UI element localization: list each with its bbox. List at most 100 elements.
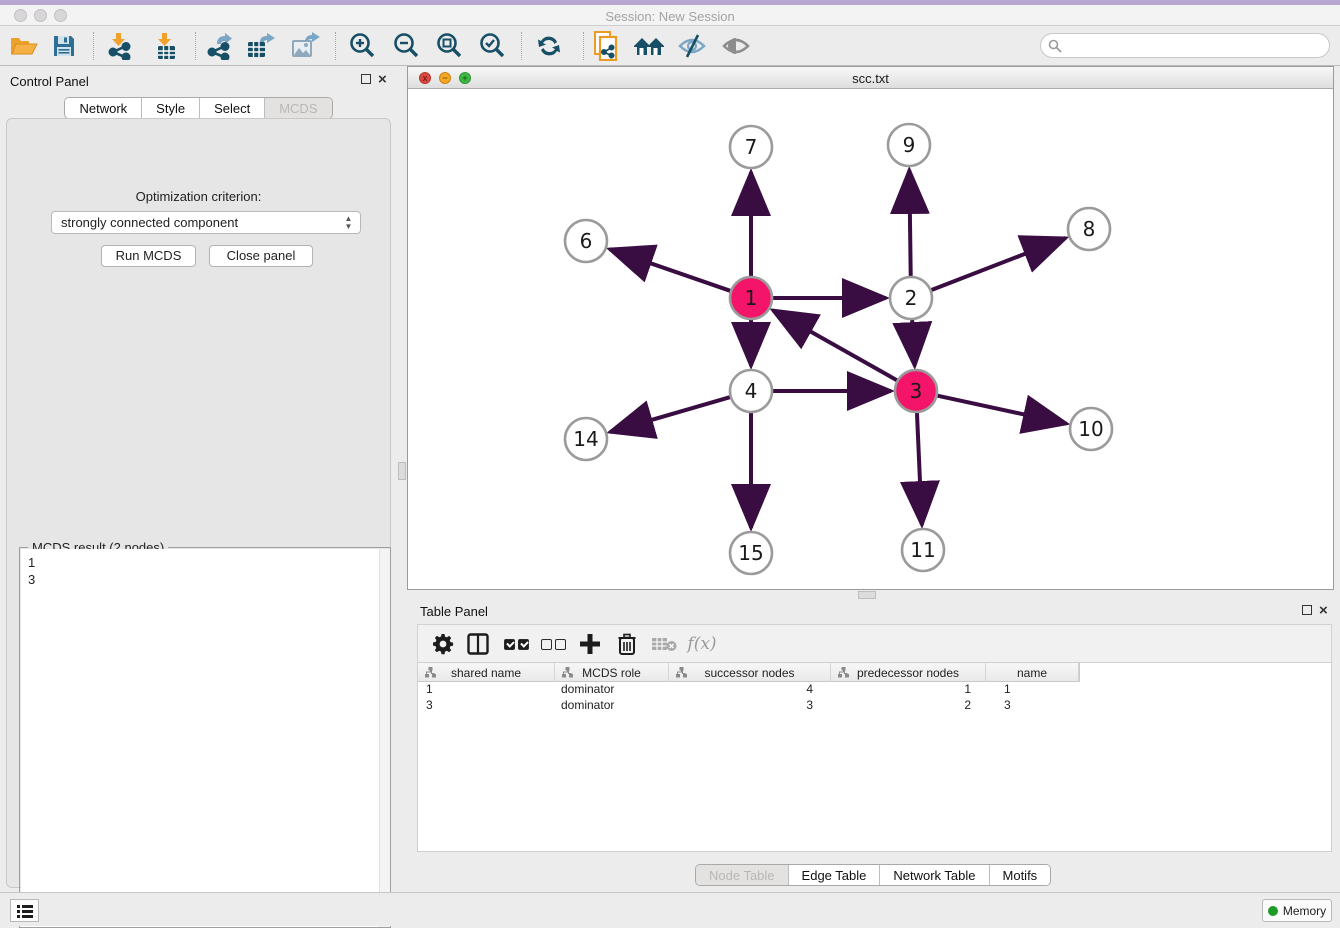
cell-name[interactable]: 3: [986, 698, 1079, 714]
checked-box-icon: [518, 639, 529, 650]
edge-3-1[interactable]: [773, 310, 897, 380]
node-9[interactable]: 9: [888, 124, 930, 166]
cell-predecessor-nodes[interactable]: 2: [831, 698, 986, 714]
cell-name[interactable]: 1: [986, 682, 1079, 698]
import-table-button[interactable]: [150, 30, 182, 62]
import-table-icon: [152, 32, 180, 60]
network-window-title: scc.txt: [408, 71, 1333, 86]
node-6[interactable]: 6: [565, 220, 607, 262]
tab-style[interactable]: Style: [141, 98, 199, 118]
control-panel-title: Control Panel: [10, 74, 89, 89]
export-network-icon: [205, 32, 233, 60]
import-network-icon: [106, 32, 134, 60]
tab-select[interactable]: Select: [199, 98, 264, 118]
edge-1-6[interactable]: [610, 249, 731, 291]
node-10[interactable]: 10: [1070, 408, 1112, 450]
zoom-fit-button[interactable]: [433, 30, 465, 62]
hide-selected-button[interactable]: [676, 30, 708, 62]
table-row[interactable]: 3dominator323: [418, 698, 1331, 714]
vertical-splitter[interactable]: [397, 66, 407, 892]
cell-predecessor-nodes[interactable]: 1: [831, 682, 986, 698]
cell-MCDS-role[interactable]: dominator: [555, 682, 669, 698]
cell-successor-nodes[interactable]: 3: [669, 698, 831, 714]
criterion-select[interactable]: strongly connected component ▲▼: [51, 211, 361, 234]
vertical-splitter-grip[interactable]: [398, 462, 406, 480]
cell-shared-name[interactable]: 3: [418, 698, 555, 714]
edge-3-10[interactable]: [937, 396, 1066, 424]
zoom-in-button[interactable]: [346, 30, 378, 62]
export-network-button[interactable]: [203, 30, 235, 62]
open-session-button[interactable]: [8, 30, 40, 62]
node-8[interactable]: 8: [1068, 208, 1110, 250]
edge-3-11[interactable]: [917, 413, 922, 525]
zoom-selected-icon: [478, 32, 506, 60]
tab-motifs[interactable]: Motifs: [989, 865, 1051, 885]
export-image-button[interactable]: [289, 30, 321, 62]
close-table-panel-icon[interactable]: ×: [1319, 604, 1328, 617]
edge-4-14[interactable]: [610, 397, 730, 432]
horizontal-splitter-grip[interactable]: [858, 591, 876, 599]
tab-network-table[interactable]: Network Table: [879, 865, 988, 885]
export-table-button[interactable]: [245, 30, 277, 62]
node-7[interactable]: 7: [730, 126, 772, 168]
close-panel-button[interactable]: Close panel: [209, 245, 313, 267]
node-3[interactable]: 3: [895, 370, 937, 412]
tab-mcds[interactable]: MCDS: [264, 98, 331, 118]
deselect-all-button[interactable]: [537, 628, 569, 660]
zoom-out-button[interactable]: [390, 30, 422, 62]
edge-2-3[interactable]: [912, 320, 914, 366]
first-neighbors-button[interactable]: [633, 30, 665, 62]
cell-successor-nodes[interactable]: 4: [669, 682, 831, 698]
column-header-MCDS-role[interactable]: MCDS role: [555, 663, 669, 682]
save-session-button[interactable]: [48, 30, 80, 62]
float-panel-icon[interactable]: [361, 74, 371, 84]
node-1[interactable]: 1: [730, 277, 772, 319]
zoom-in-icon: [348, 32, 376, 60]
mcds-result-textarea[interactable]: 1 3: [21, 549, 390, 927]
edge-2-8[interactable]: [932, 238, 1066, 290]
table-settings-button[interactable]: [427, 628, 459, 660]
run-mcds-button[interactable]: Run MCDS: [101, 245, 196, 267]
cell-MCDS-role[interactable]: dominator: [555, 698, 669, 714]
window-title: Session: New Session: [0, 9, 1340, 24]
node-4[interactable]: 4: [730, 370, 772, 412]
zoom-selected-button[interactable]: [476, 30, 508, 62]
delete-table-icon: [651, 635, 677, 653]
tab-network[interactable]: Network: [65, 98, 141, 118]
horizontal-splitter[interactable]: [407, 590, 1340, 600]
float-table-panel-icon[interactable]: [1302, 605, 1312, 615]
cell-shared-name[interactable]: 1: [418, 682, 555, 698]
duplicate-network-button[interactable]: [590, 30, 622, 62]
node-11[interactable]: 11: [902, 529, 944, 571]
network-view-window: x − + scc.txt 7 9 6 8 1 2 4 3 14 10 15 11: [407, 66, 1334, 590]
task-history-button[interactable]: [10, 899, 39, 922]
node-2[interactable]: 2: [890, 277, 932, 319]
column-header-name[interactable]: name: [986, 663, 1079, 682]
export-image-icon: [290, 32, 320, 60]
select-all-button[interactable]: [500, 628, 532, 660]
search-input[interactable]: [1065, 36, 1320, 55]
column-layout-button[interactable]: [462, 628, 494, 660]
add-column-button[interactable]: [574, 628, 606, 660]
result-scrollbar[interactable]: [379, 549, 390, 927]
memory-button[interactable]: Memory: [1262, 899, 1332, 922]
column-header-predecessor-nodes[interactable]: predecessor nodes: [831, 663, 986, 682]
edge-2-9[interactable]: [909, 170, 910, 276]
delete-column-button[interactable]: [611, 628, 643, 660]
column-header-shared-name[interactable]: shared name: [418, 663, 555, 682]
import-network-button[interactable]: [104, 30, 136, 62]
node-label: 1: [745, 286, 758, 310]
refresh-layout-button[interactable]: [533, 30, 565, 62]
close-panel-icon[interactable]: ×: [378, 73, 387, 86]
table-row[interactable]: 1dominator411: [418, 682, 1331, 698]
tab-edge-table[interactable]: Edge Table: [788, 865, 880, 885]
node-15[interactable]: 15: [730, 532, 772, 574]
node-14[interactable]: 14: [565, 418, 607, 460]
network-canvas[interactable]: 7 9 6 8 1 2 4 3 14 10 15 11: [408, 89, 1333, 590]
show-hidden-button[interactable]: [720, 30, 752, 62]
node-label: 14: [573, 427, 598, 451]
toolbar-separator: [93, 32, 94, 60]
tab-node-table[interactable]: Node Table: [696, 865, 788, 885]
network-window-titlebar[interactable]: x − + scc.txt: [408, 67, 1333, 89]
column-header-successor-nodes[interactable]: successor nodes: [669, 663, 831, 682]
